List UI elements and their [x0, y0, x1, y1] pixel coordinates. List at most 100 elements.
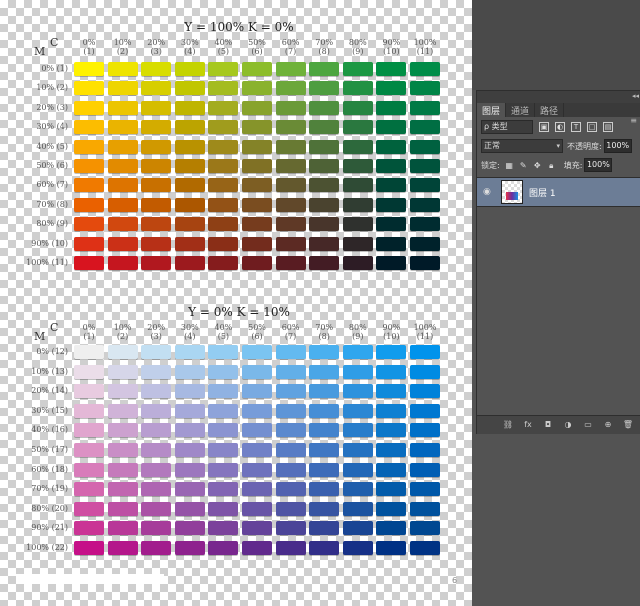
- color-swatch: [410, 423, 440, 438]
- adjustment-layer-icon[interactable]: ◑: [561, 420, 575, 430]
- color-swatch: [342, 62, 373, 76]
- color-swatch: [74, 345, 104, 359]
- column-percent: 10%: [113, 38, 132, 47]
- color-swatch: [242, 521, 272, 536]
- color-swatch: [275, 217, 306, 232]
- color-swatch: [410, 345, 440, 359]
- color-swatch: [376, 100, 407, 115]
- adjustment-filter-icon[interactable]: ◐: [555, 122, 565, 132]
- color-swatch: [309, 139, 340, 154]
- tab-paths[interactable]: 路径: [535, 103, 565, 117]
- column-header: 80% (9): [342, 323, 374, 341]
- right-panel-area: ◂◂ 图层 通道 路径 ≡ ρ 类型 ▣ ◐ T □ ▤ 正常 不透明度: 10…: [472, 0, 640, 606]
- color-swatch: [141, 159, 172, 173]
- color-swatch: [208, 423, 239, 438]
- color-swatch: [242, 443, 272, 457]
- new-layer-icon[interactable]: ⊕: [601, 420, 615, 430]
- add-mask-icon[interactable]: ◘: [541, 420, 555, 430]
- new-group-icon[interactable]: ▭: [581, 420, 595, 430]
- row-header: 60% (18): [31, 464, 68, 474]
- color-swatch: [242, 364, 272, 379]
- color-swatch: [376, 403, 407, 418]
- color-swatch: [74, 403, 104, 418]
- lock-position-icon[interactable]: ✥: [533, 161, 542, 170]
- column-number: (6): [251, 332, 263, 341]
- row-header: 50% (17): [31, 445, 68, 454]
- color-swatch: [376, 178, 407, 193]
- color-swatch: [410, 217, 440, 232]
- document-canvas[interactable]: Y = 100% K = 0% C M 0% (1) 10% (2) 20% (3) 30%…: [0, 0, 472, 606]
- color-swatch: [107, 423, 138, 438]
- column-percent: 70%: [315, 323, 334, 332]
- color-swatch: [208, 521, 239, 536]
- pixel-filter-icon[interactable]: ▣: [539, 122, 549, 132]
- color-swatch: [107, 197, 138, 212]
- column-number: (4): [184, 47, 196, 56]
- color-swatch: [410, 482, 440, 497]
- row-header: 80% (20): [31, 503, 68, 513]
- visibility-eye-icon[interactable]: ◉: [483, 187, 491, 197]
- color-swatch: [74, 178, 104, 193]
- color-swatch: [74, 462, 104, 477]
- color-swatch: [208, 345, 239, 359]
- smart-object-filter-icon[interactable]: ▤: [603, 122, 613, 132]
- color-swatch: [242, 462, 272, 477]
- color-swatch: [208, 462, 239, 477]
- color-swatch: [342, 178, 373, 193]
- color-swatch: [309, 443, 340, 457]
- color-swatch: [309, 541, 340, 555]
- filter-kind-select[interactable]: ρ 类型: [481, 120, 533, 134]
- tab-channels[interactable]: 通道: [506, 103, 536, 117]
- column-header: 90% (10): [375, 323, 407, 341]
- fill-input[interactable]: 100%: [584, 158, 613, 172]
- column-header: 80% (9): [342, 38, 374, 56]
- color-swatch: [74, 81, 104, 96]
- color-swatch: [242, 139, 272, 154]
- opacity-input[interactable]: 100%: [603, 139, 632, 153]
- collapse-icon[interactable]: ◂◂: [632, 92, 639, 100]
- panel-titlebar[interactable]: ◂◂: [477, 91, 640, 103]
- color-swatch: [74, 100, 104, 115]
- lock-all-icon[interactable]: 🔒︎: [547, 161, 556, 170]
- color-swatch: [74, 62, 104, 76]
- color-swatch: [376, 443, 407, 457]
- color-swatch: [342, 100, 373, 115]
- color-swatch: [208, 236, 239, 251]
- color-swatch: [242, 236, 272, 251]
- column-number: (10): [383, 47, 400, 56]
- column-number: (8): [318, 47, 330, 56]
- color-swatch: [242, 197, 272, 212]
- lock-transparent-icon[interactable]: ▦: [505, 161, 514, 170]
- color-chart-sheet-2: Y = 0% K = 10% C M 0% (1) 10% (2) 20% (3) 30%(…: [8, 305, 470, 565]
- color-swatch: [376, 541, 407, 555]
- color-swatch: [342, 462, 373, 477]
- column-header: 20% (3): [140, 323, 172, 341]
- type-filter-icon[interactable]: T: [571, 122, 581, 132]
- tab-layers[interactable]: 图层: [477, 103, 507, 117]
- column-number: (2): [116, 47, 129, 56]
- color-swatch: [410, 197, 440, 212]
- color-swatch: [309, 403, 340, 418]
- color-swatch: [107, 364, 138, 379]
- link-layers-icon[interactable]: ⛓: [501, 420, 515, 430]
- column-number: (11): [416, 332, 434, 341]
- delete-layer-icon[interactable]: 🗑︎: [621, 420, 635, 430]
- color-swatch: [107, 256, 138, 270]
- color-swatch: [174, 120, 205, 135]
- color-swatch: [376, 139, 407, 154]
- layer-row[interactable]: ◉ 图层 1: [477, 177, 640, 207]
- color-swatch: [174, 521, 205, 536]
- row-header: 100% (22): [26, 543, 68, 552]
- color-swatch: [410, 256, 440, 270]
- column-number: (3): [150, 332, 162, 341]
- layer-name[interactable]: 图层 1: [529, 186, 556, 199]
- color-swatch: [141, 541, 172, 555]
- blend-mode-select[interactable]: 正常: [481, 139, 563, 153]
- color-swatch: [309, 217, 340, 232]
- lock-brush-icon[interactable]: ✎: [519, 161, 528, 170]
- color-swatch: [309, 178, 340, 193]
- layer-style-icon[interactable]: fx: [521, 420, 535, 430]
- color-swatch: [208, 501, 239, 516]
- shape-filter-icon[interactable]: □: [587, 122, 597, 132]
- color-swatch: [141, 462, 172, 477]
